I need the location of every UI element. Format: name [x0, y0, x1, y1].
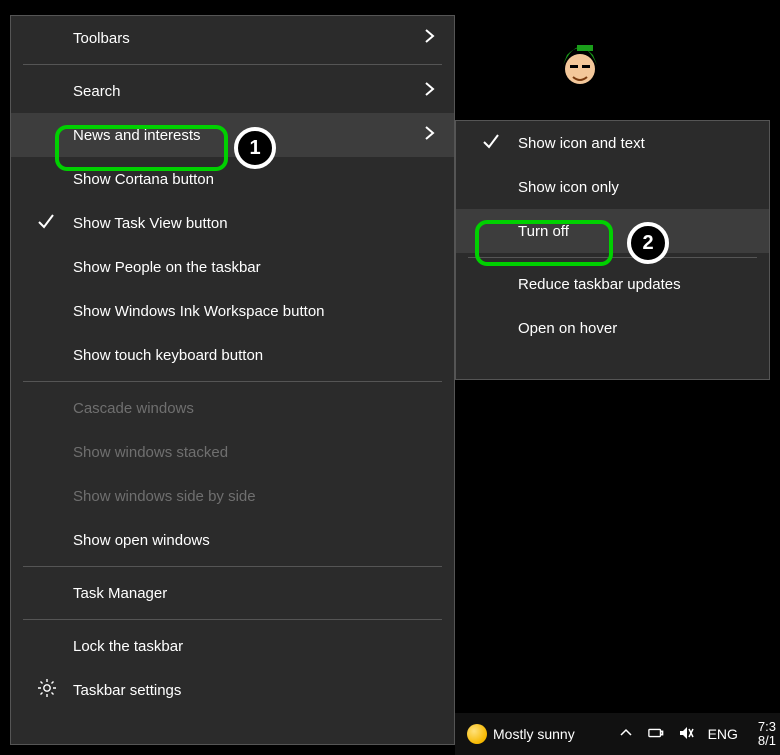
chevron-right-icon [422, 29, 436, 47]
checkmark-icon [37, 212, 55, 234]
menu-item-label: Show Task View button [73, 215, 228, 232]
weather-text: Mostly sunny [493, 726, 575, 742]
checkmark-icon [482, 132, 500, 154]
submenu-item-turn-off[interactable]: Turn off [456, 209, 769, 253]
menu-item-task-manager[interactable]: Task Manager [11, 571, 454, 615]
submenu-item-open-on-hover[interactable]: Open on hover [456, 306, 769, 350]
menu-item-label: Toolbars [73, 30, 130, 47]
menu-item-cascade-windows: Cascade windows [11, 386, 454, 430]
taskbar-weather-widget[interactable]: Mostly sunny [467, 724, 575, 744]
menu-item-label: Turn off [518, 223, 569, 240]
clock-time: 7:3 [758, 720, 776, 734]
menu-item-label: Show Windows Ink Workspace button [73, 303, 325, 320]
menu-item-label: Show Cortana button [73, 171, 214, 188]
menu-item-label: Show touch keyboard button [73, 347, 263, 364]
language-indicator[interactable]: ENG [708, 726, 738, 742]
menu-item-show-task-view-button[interactable]: Show Task View button [11, 201, 454, 245]
menu-item-label: Reduce taskbar updates [518, 276, 681, 293]
separator [23, 566, 442, 567]
menu-item-show-open-windows[interactable]: Show open windows [11, 518, 454, 562]
menu-item-label: Show icon and text [518, 135, 645, 152]
submenu-item-show-icon-and-text[interactable]: Show icon and text [456, 121, 769, 165]
tray-overflow-icon[interactable] [618, 725, 634, 744]
menu-item-show-windows-stacked: Show windows stacked [11, 430, 454, 474]
menu-item-label: Show open windows [73, 532, 210, 549]
sun-icon [467, 724, 487, 744]
menu-item-toolbars[interactable]: Toolbars [11, 16, 454, 60]
volume-icon[interactable] [678, 725, 694, 744]
system-tray: ENG 7:3 8/1 [618, 720, 780, 748]
separator [468, 257, 757, 258]
gear-icon [37, 678, 57, 702]
separator [23, 381, 442, 382]
menu-item-show-people[interactable]: Show People on the taskbar [11, 245, 454, 289]
menu-item-label: Taskbar settings [73, 682, 181, 699]
submenu-item-reduce-taskbar-updates[interactable]: Reduce taskbar updates [456, 262, 769, 306]
menu-item-show-windows-side-by-side: Show windows side by side [11, 474, 454, 518]
menu-item-label: Show People on the taskbar [73, 259, 261, 276]
chevron-right-icon [422, 82, 436, 100]
taskbar: Mostly sunny ENG 7:3 8/1 [455, 713, 780, 755]
menu-item-label: Open on hover [518, 320, 617, 337]
news-and-interests-submenu: Show icon and text Show icon only Turn o… [455, 120, 770, 380]
chevron-right-icon [422, 126, 436, 144]
menu-item-taskbar-settings[interactable]: Taskbar settings [11, 668, 454, 712]
clock-date: 8/1 [758, 734, 776, 748]
menu-item-lock-taskbar[interactable]: Lock the taskbar [11, 624, 454, 668]
submenu-item-show-icon-only[interactable]: Show icon only [456, 165, 769, 209]
desktop-avatar [555, 35, 605, 95]
menu-item-show-touch-keyboard[interactable]: Show touch keyboard button [11, 333, 454, 377]
separator [23, 64, 442, 65]
taskbar-context-menu: Toolbars Search News and interests Show … [10, 15, 455, 745]
menu-item-label: Cascade windows [73, 400, 194, 417]
menu-item-label: Show windows side by side [73, 488, 256, 505]
menu-item-show-cortana-button[interactable]: Show Cortana button [11, 157, 454, 201]
menu-item-label: Lock the taskbar [73, 638, 183, 655]
menu-item-label: Search [73, 83, 121, 100]
taskbar-clock[interactable]: 7:3 8/1 [758, 720, 776, 748]
battery-icon[interactable] [648, 725, 664, 744]
menu-item-show-ink-workspace[interactable]: Show Windows Ink Workspace button [11, 289, 454, 333]
menu-item-label: Show windows stacked [73, 444, 228, 461]
menu-item-news-and-interests[interactable]: News and interests [11, 113, 454, 157]
menu-item-search[interactable]: Search [11, 69, 454, 113]
menu-item-label: Show icon only [518, 179, 619, 196]
menu-item-label: Task Manager [73, 585, 167, 602]
separator [23, 619, 442, 620]
menu-item-label: News and interests [73, 127, 201, 144]
